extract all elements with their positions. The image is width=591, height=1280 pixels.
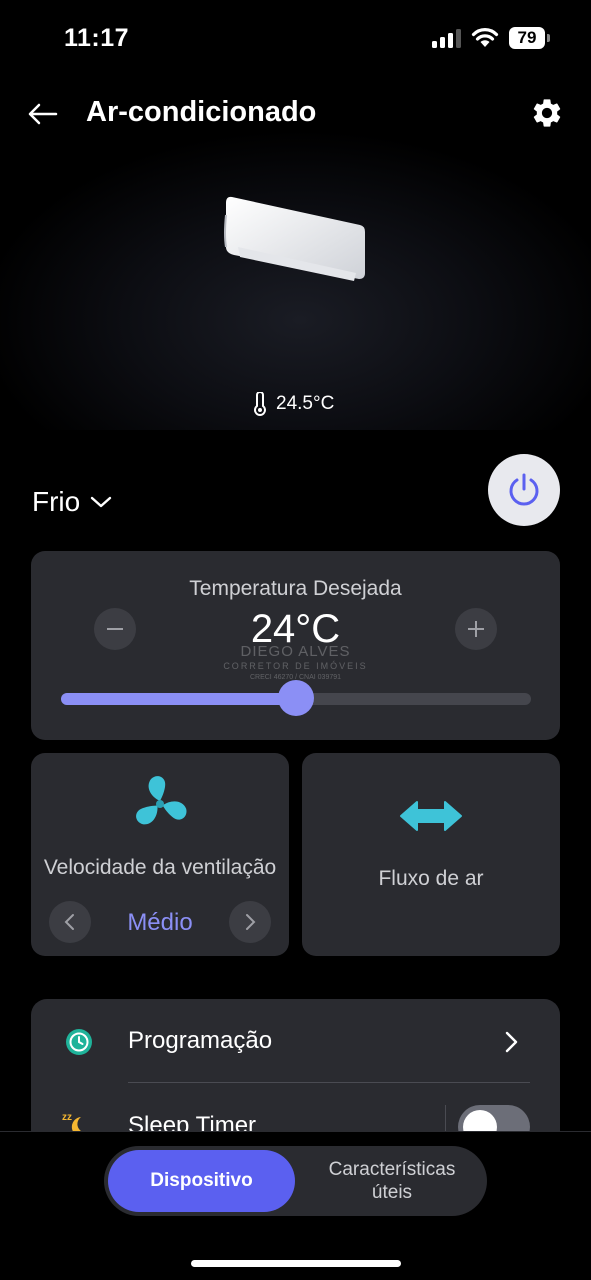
chevron-right-icon: [505, 1031, 518, 1053]
mode-label: Frio: [32, 486, 81, 517]
cellular-signal-icon: [432, 29, 461, 48]
temperature-slider-fill: [61, 693, 296, 705]
fan-icon: [136, 776, 187, 825]
power-button[interactable]: [488, 454, 560, 526]
fan-speed-card[interactable]: Velocidade da ventilação Médio: [31, 753, 289, 956]
segmented-control: Dispositivo Características úteis: [104, 1146, 487, 1216]
battery-nub: [547, 34, 550, 42]
horizontal-arrows-icon: [400, 801, 462, 831]
airflow-label: Fluxo de ar: [378, 867, 484, 890]
home-indicator[interactable]: [191, 1260, 401, 1267]
status-bar: 11:17 79: [0, 0, 591, 70]
tab-caracteristicas-uteis[interactable]: Características úteis: [302, 1146, 482, 1216]
svg-text:zz: zz: [62, 1112, 72, 1123]
bottom-tab-bar: Dispositivo Características úteis: [0, 1131, 591, 1280]
battery-indicator: 79: [509, 27, 545, 49]
airflow-card[interactable]: Fluxo de ar: [302, 753, 560, 956]
air-conditioner-image: [224, 196, 365, 281]
list-item-label: Programação: [128, 1027, 273, 1054]
gear-icon[interactable]: [530, 96, 564, 130]
thermometer-icon: [254, 392, 266, 416]
clock-icon: [66, 1029, 92, 1055]
room-temperature: 24.5°C: [252, 392, 334, 416]
list-item-programacao[interactable]: Programação: [31, 999, 560, 1082]
fan-speed-next-button[interactable]: [229, 901, 271, 943]
fan-speed-label: Velocidade da ventilação: [43, 856, 277, 879]
tab-dispositivo[interactable]: Dispositivo: [108, 1150, 295, 1212]
chevron-right-icon: [246, 914, 256, 930]
page-title: Ar-condicionado: [86, 96, 317, 128]
watermark-title: CORRETOR DE IMÓVEIS: [223, 661, 368, 671]
temperature-label: Temperatura Desejada: [189, 577, 402, 600]
back-arrow-icon[interactable]: [26, 98, 60, 130]
options-list: Programação zz Sleep Timer: [31, 999, 560, 1139]
chevron-down-icon: [91, 496, 112, 508]
wifi-icon: [471, 28, 499, 47]
temperature-value: 24°C: [250, 607, 341, 651]
mode-dropdown[interactable]: Frio: [32, 486, 112, 518]
status-time: 11:17: [64, 24, 130, 52]
room-temperature-value: 24.5°C: [276, 393, 335, 414]
power-icon: [509, 473, 539, 506]
temperature-card: Temperatura Desejada 24°C DIEGO ALVES CO…: [31, 551, 560, 740]
temperature-slider-thumb[interactable]: [278, 680, 314, 716]
